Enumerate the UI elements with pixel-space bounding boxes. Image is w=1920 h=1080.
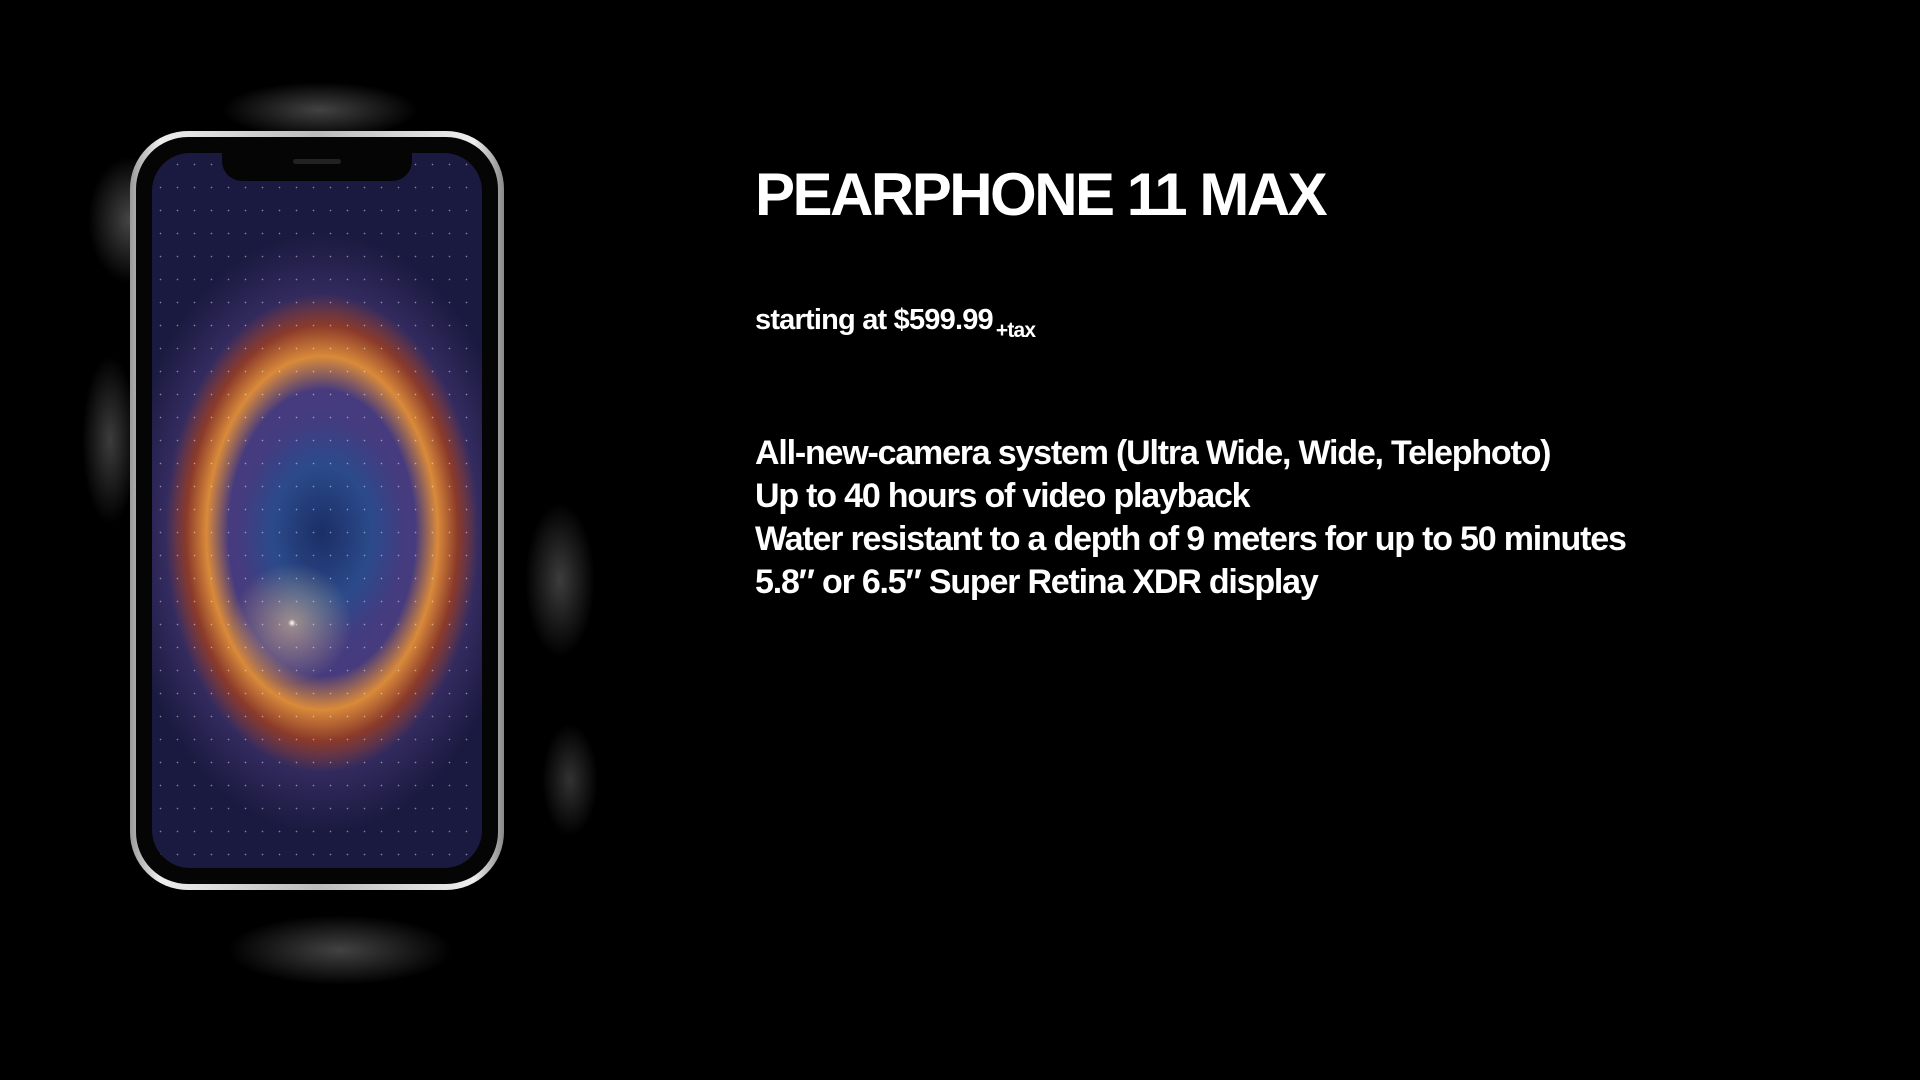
feature-item: 5.8″ or 6.5″ Super Retina XDR display — [755, 563, 1319, 601]
feature-list: All-new-camera system (Ultra Wide, Wide,… — [755, 432, 1627, 604]
tax-note: +tax — [995, 319, 1036, 342]
price-text: starting at $599.99 — [755, 304, 994, 336]
feature-item: All-new-camera system (Ultra Wide, Wide,… — [755, 434, 1551, 472]
phone-notch — [222, 153, 412, 181]
speaker-grille — [293, 159, 341, 164]
price-line: starting at $599.99 +tax — [755, 304, 1036, 342]
feature-item: Up to 40 hours of video playback — [755, 477, 1251, 515]
phone-image — [130, 131, 504, 890]
feature-item: Water resistant to a depth of 9 meters f… — [755, 520, 1627, 558]
product-title: PEARPHONE 11 MAX — [755, 161, 1328, 228]
phone-bezel — [136, 137, 498, 884]
nebula-wallpaper — [152, 153, 482, 868]
